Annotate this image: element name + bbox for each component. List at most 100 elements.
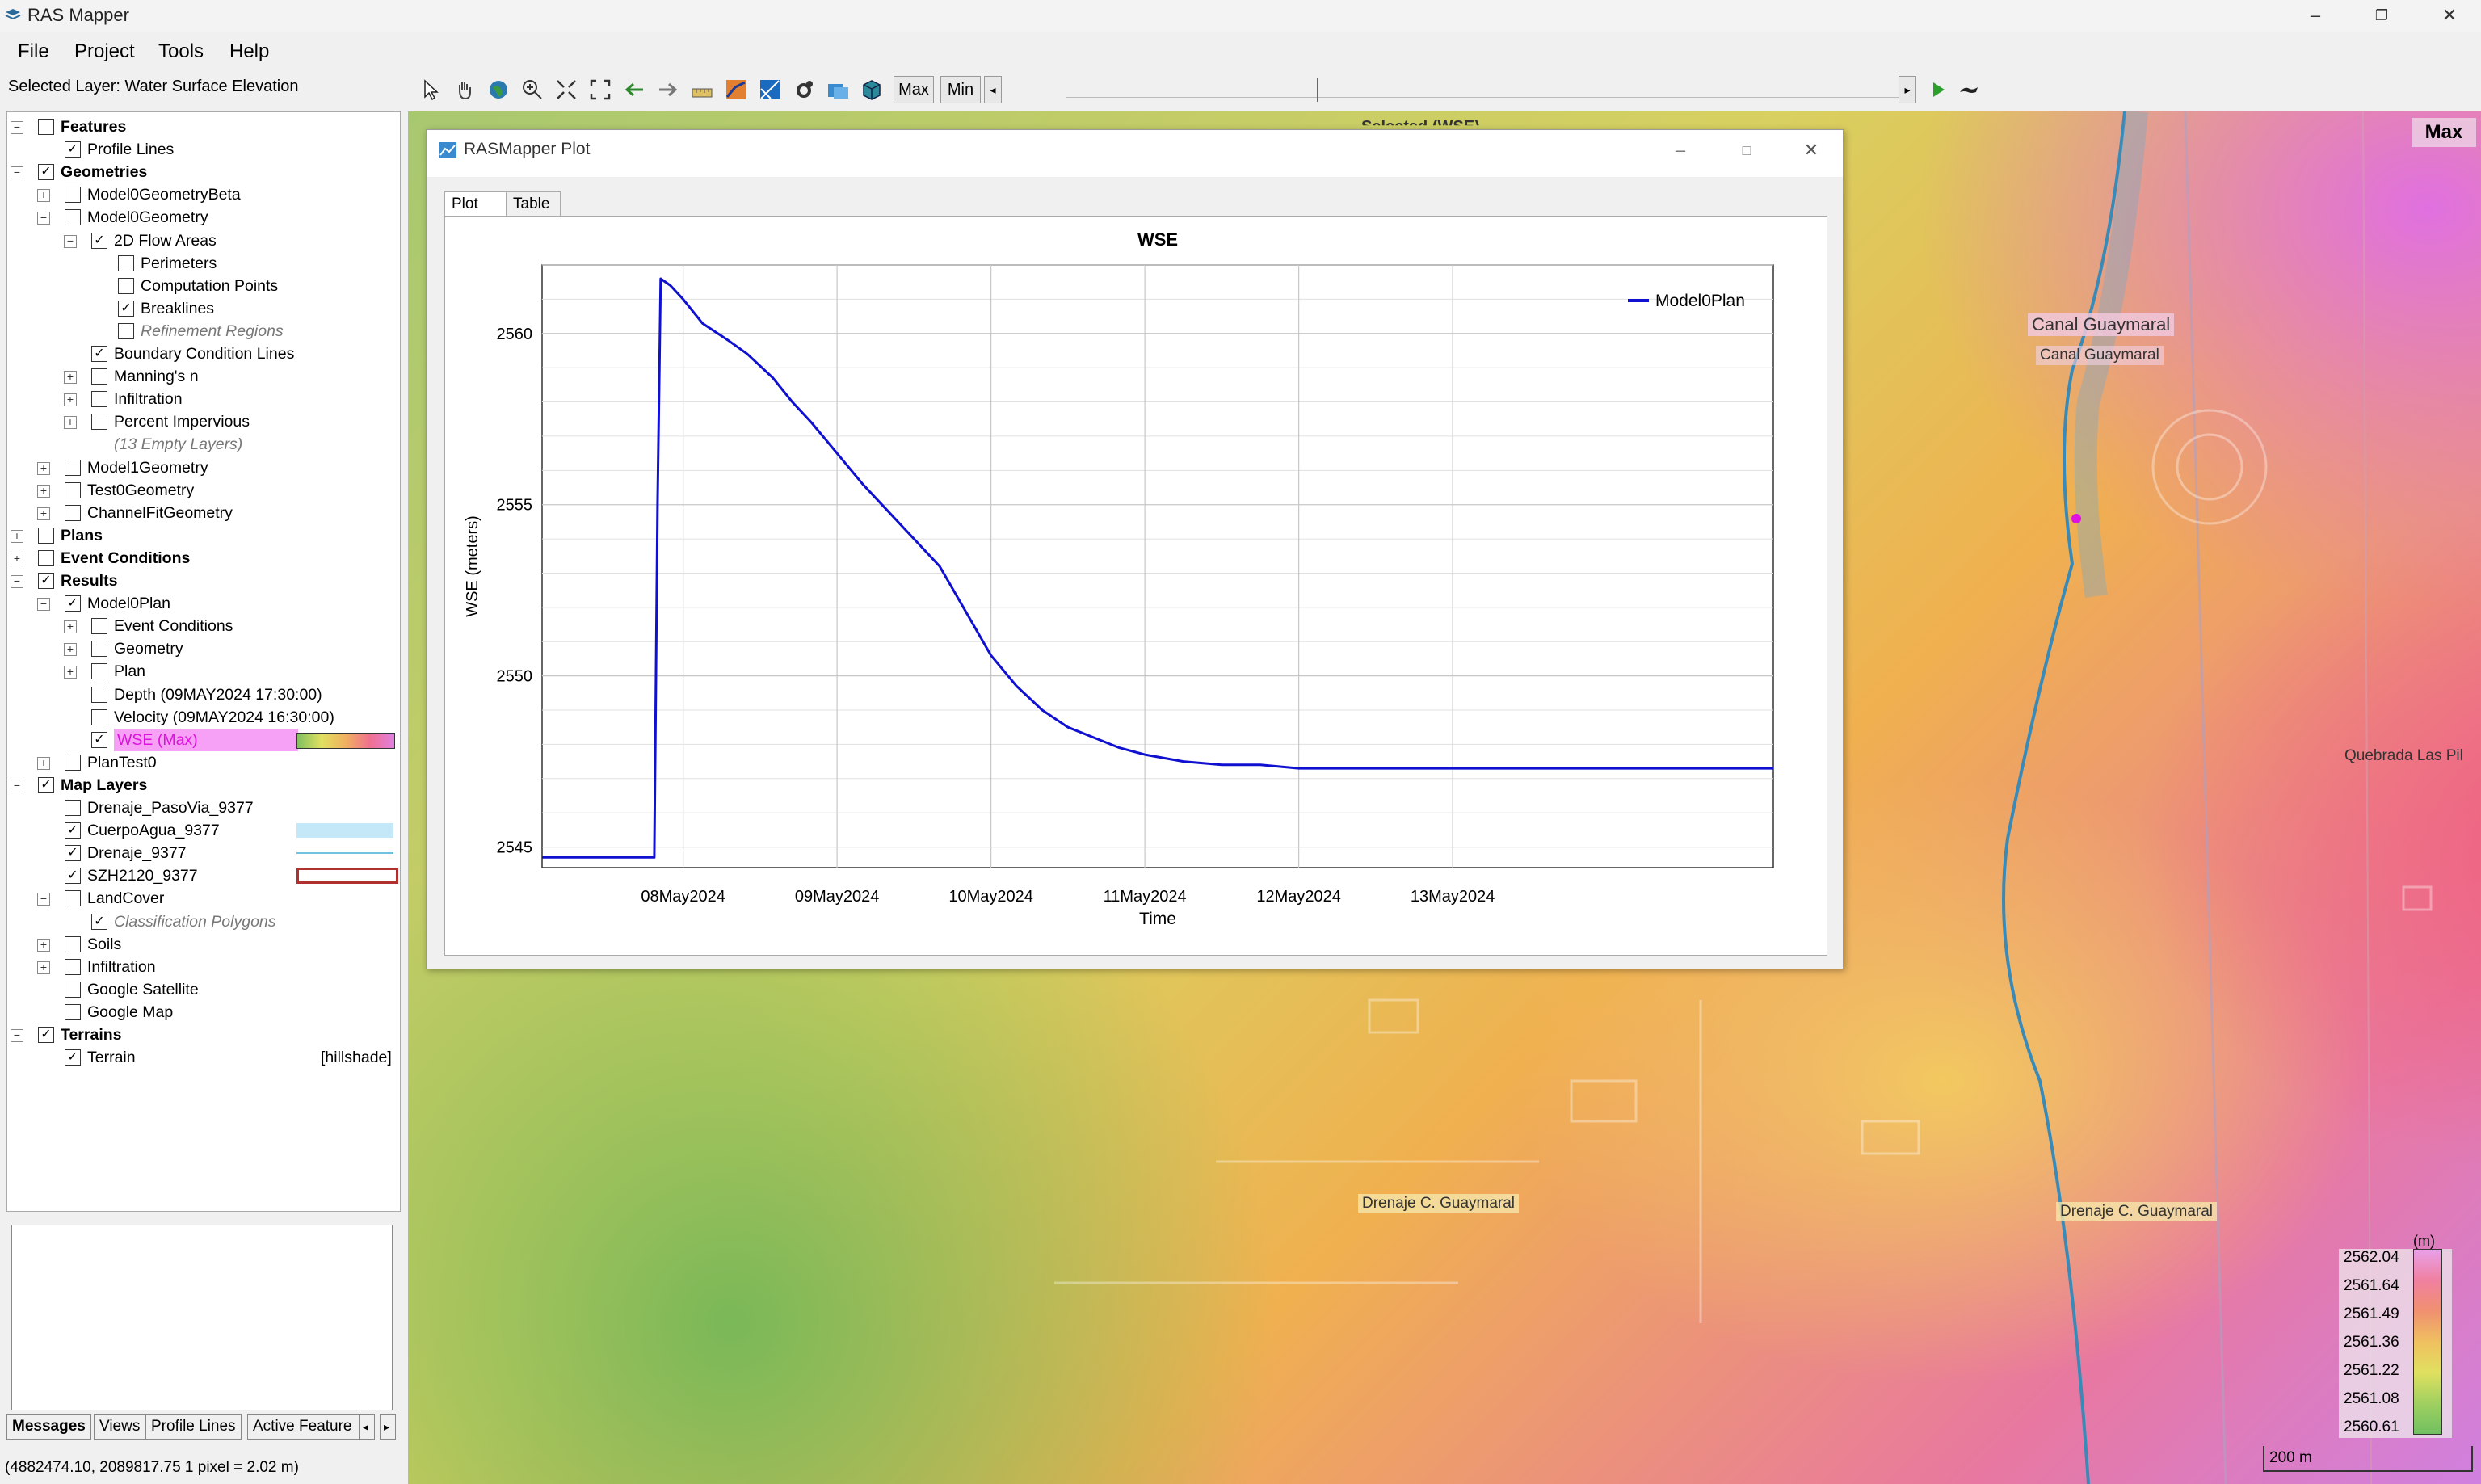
layer-checkbox[interactable] xyxy=(91,414,107,431)
tab-plot[interactable]: Plot xyxy=(444,191,507,217)
plot-minimize-button[interactable]: – xyxy=(1664,138,1697,162)
layer-checkbox[interactable] xyxy=(91,686,107,703)
play-icon[interactable] xyxy=(1926,78,1950,102)
layer-checkbox[interactable] xyxy=(38,549,54,566)
tree-item-13-empty-layers[interactable]: (13 Empty Layers) xyxy=(7,433,398,456)
3d-view-icon[interactable] xyxy=(860,78,884,102)
expand-toggle[interactable]: + xyxy=(64,620,77,634)
tree-item-test0geometry[interactable]: + Test0Geometry xyxy=(7,479,398,502)
tab-scroll-left-button[interactable]: ◂ xyxy=(359,1414,375,1440)
tree-item-terrains[interactable]: − ✓ Terrains xyxy=(7,1024,398,1046)
tree-item-results[interactable]: − ✓ Results xyxy=(7,570,398,592)
expand-toggle[interactable]: + xyxy=(37,461,50,475)
collapse-toggle[interactable]: − xyxy=(11,166,23,180)
settings-gear-icon[interactable] xyxy=(792,78,816,102)
tree-item-cuerpoagua-9377[interactable]: ✓ CuerpoAgua_9377 xyxy=(7,819,398,842)
expand-toggle[interactable]: + xyxy=(11,552,23,565)
full-extent-icon[interactable] xyxy=(588,78,612,102)
collapse-toggle[interactable]: − xyxy=(37,893,50,906)
measure-ruler-icon[interactable] xyxy=(690,78,714,102)
menu-project[interactable]: Project xyxy=(74,40,135,63)
layer-checkbox[interactable] xyxy=(65,958,81,975)
layer-checkbox[interactable]: ✓ xyxy=(38,1027,54,1043)
time-slider-thumb[interactable] xyxy=(1317,78,1318,102)
tree-item-2d-flow-areas[interactable]: − ✓ 2D Flow Areas xyxy=(7,229,398,252)
layer-checkbox[interactable] xyxy=(118,322,134,339)
layer-checkbox[interactable]: ✓ xyxy=(91,731,107,748)
layer-checkbox[interactable]: ✓ xyxy=(91,346,107,362)
slider-left-button[interactable]: ◂ xyxy=(984,76,1002,103)
layer-checkbox[interactable] xyxy=(65,754,81,771)
layer-checkbox[interactable] xyxy=(91,391,107,408)
layer-checkbox[interactable]: ✓ xyxy=(91,913,107,930)
layer-checkbox[interactable]: ✓ xyxy=(65,141,81,158)
layer-checkbox[interactable]: ✓ xyxy=(65,845,81,862)
tree-item-geometry[interactable]: + Geometry xyxy=(7,637,398,660)
collapse-toggle[interactable]: − xyxy=(37,212,50,225)
tree-item-classification-polygons[interactable]: ✓ Classification Polygons xyxy=(7,910,398,933)
layer-checkbox[interactable] xyxy=(65,459,81,476)
plot-maximize-button[interactable]: □ xyxy=(1730,138,1763,162)
collapse-toggle[interactable]: − xyxy=(64,234,77,248)
time-slider-track[interactable] xyxy=(1066,97,1907,98)
tree-item-szh2120-9377[interactable]: ✓ SZH2120_9377 xyxy=(7,864,398,887)
tree-item-drenaje-9377[interactable]: ✓ Drenaje_9377 xyxy=(7,842,398,864)
layer-checkbox[interactable]: ✓ xyxy=(65,868,81,885)
expand-toggle[interactable]: + xyxy=(37,938,50,952)
layer-checkbox[interactable] xyxy=(65,209,81,226)
layer-checkbox[interactable] xyxy=(38,527,54,544)
tree-item-infiltration[interactable]: + Infiltration xyxy=(7,956,398,978)
expand-toggle[interactable]: + xyxy=(37,189,50,203)
collapse-toggle[interactable]: − xyxy=(11,121,23,134)
layer-checkbox[interactable] xyxy=(118,277,134,294)
layer-checkbox[interactable] xyxy=(65,935,81,952)
layer-checkbox[interactable]: ✓ xyxy=(38,573,54,589)
tree-item-model0geometrybeta[interactable]: + Model0GeometryBeta xyxy=(7,183,398,206)
tree-item-event-conditions[interactable]: + Event Conditions xyxy=(7,615,398,637)
expand-toggle[interactable]: + xyxy=(37,961,50,974)
expand-toggle[interactable]: + xyxy=(11,529,23,543)
tab-profile-lines[interactable]: Profile Lines xyxy=(145,1414,242,1440)
layer-checkbox[interactable] xyxy=(65,981,81,998)
layer-checkbox[interactable] xyxy=(91,618,107,635)
tree-item-velocity-09may2024-16-30-00[interactable]: Velocity (09MAY2024 16:30:00) xyxy=(7,706,398,729)
expand-toggle[interactable]: + xyxy=(64,371,77,385)
menu-file[interactable]: File xyxy=(18,40,49,63)
tree-item-infiltration[interactable]: + Infiltration xyxy=(7,388,398,410)
layer-checkbox[interactable] xyxy=(118,254,134,271)
water-layer-icon[interactable] xyxy=(826,78,850,102)
pan-hand-icon[interactable] xyxy=(452,78,477,102)
expand-toggle[interactable]: + xyxy=(64,393,77,407)
minimize-button[interactable]: – xyxy=(2299,3,2332,27)
tree-item-model0geometry[interactable]: − Model0Geometry xyxy=(7,206,398,229)
layer-checkbox[interactable]: ✓ xyxy=(65,822,81,839)
tab-active-feature[interactable]: Active Feature xyxy=(247,1414,362,1440)
tab-messages[interactable]: Messages xyxy=(6,1414,91,1440)
collapse-toggle[interactable]: − xyxy=(11,575,23,588)
animation-speed-icon[interactable] xyxy=(1957,78,1981,102)
layer-checkbox[interactable]: ✓ xyxy=(91,232,107,249)
expand-toggle[interactable]: + xyxy=(37,507,50,520)
max-button[interactable]: Max xyxy=(894,76,934,103)
layer-checkbox[interactable] xyxy=(91,663,107,680)
layer-checkbox[interactable] xyxy=(91,368,107,385)
tree-item-soils[interactable]: + Soils xyxy=(7,933,398,956)
globe-icon[interactable] xyxy=(486,78,511,102)
menu-tools[interactable]: Tools xyxy=(158,40,204,63)
map-layer-icon[interactable] xyxy=(758,78,782,102)
tree-item-plantest0[interactable]: + PlanTest0 xyxy=(7,751,398,774)
layer-checkbox[interactable] xyxy=(65,800,81,816)
profile-line-icon[interactable] xyxy=(724,78,748,102)
tree-item-boundary-condition-lines[interactable]: ✓ Boundary Condition Lines xyxy=(7,343,398,365)
expand-toggle[interactable]: + xyxy=(64,643,77,657)
layer-checkbox[interactable] xyxy=(65,481,81,498)
tree-item-model1geometry[interactable]: + Model1Geometry xyxy=(7,456,398,479)
tree-item-features[interactable]: − Features xyxy=(7,116,398,138)
tree-item-event-conditions[interactable]: + Event Conditions xyxy=(7,547,398,570)
plot-window[interactable]: RASMapper Plot – □ ✕ Plot Table 2545 2550… xyxy=(426,129,1844,969)
zoom-out-icon[interactable] xyxy=(554,78,578,102)
restore-button[interactable]: ❐ xyxy=(2365,3,2398,27)
tree-item-breaklines[interactable]: ✓ Breaklines xyxy=(7,297,398,320)
layer-checkbox[interactable] xyxy=(65,890,81,907)
layer-checkbox[interactable]: ✓ xyxy=(38,776,54,793)
